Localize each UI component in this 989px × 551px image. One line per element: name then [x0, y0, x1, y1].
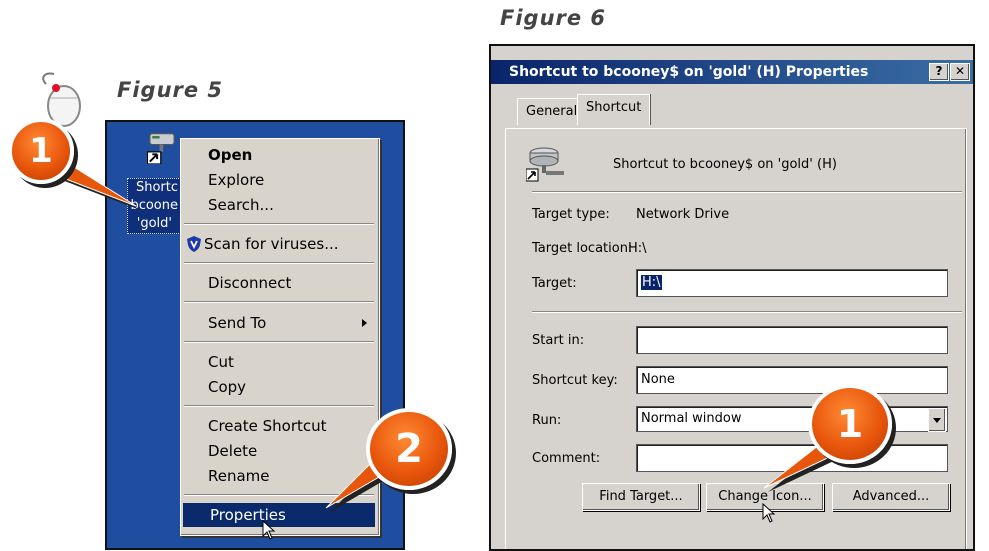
menu-item-scan-for-viruses[interactable]: Scan for viruses... — [181, 232, 377, 256]
callout-1-figure-6: 1 — [808, 384, 892, 464]
target-value: H:\ — [641, 275, 662, 290]
shortcut-key-field[interactable]: None — [636, 366, 948, 394]
target-type-label: Target type: — [532, 207, 610, 222]
start-in-label: Start in: — [532, 333, 585, 348]
menu-separator — [184, 405, 374, 407]
comment-label: Comment: — [532, 451, 601, 466]
run-select[interactable]: Normal window — [636, 406, 948, 432]
tab-shortcut[interactable]: Shortcut — [577, 94, 651, 125]
dialog-title: Shortcut to bcooney$ on 'gold' (H) Prope… — [509, 64, 869, 80]
submenu-arrow-icon — [362, 319, 367, 327]
menu-item-copy[interactable]: Copy — [181, 375, 377, 399]
callout-2-figure-5: 2 — [366, 408, 452, 490]
menu-item-disconnect[interactable]: Disconnect — [181, 271, 377, 295]
divider — [532, 311, 962, 313]
help-button[interactable]: ? — [929, 63, 949, 81]
shortcut-name: Shortcut to bcooney$ on 'gold' (H) — [613, 157, 837, 172]
target-label: Target: — [532, 276, 577, 291]
figure-5-caption: Figure 5 — [117, 78, 224, 102]
target-location-label: Target location: — [532, 241, 633, 256]
menu-separator — [184, 223, 374, 225]
network-drive-icon — [526, 147, 564, 182]
target-location-value: H:\ — [628, 241, 647, 256]
properties-dialog: Shortcut to bcooney$ on 'gold' (H) Prope… — [489, 44, 975, 551]
target-field[interactable]: H:\ — [636, 269, 948, 297]
chevron-down-icon[interactable] — [928, 408, 946, 432]
title-bar: Shortcut to bcooney$ on 'gold' (H) Prope… — [491, 60, 973, 84]
menu-item-explore[interactable]: Explore — [181, 168, 377, 192]
figure-6-caption: Figure 6 — [500, 6, 607, 30]
menu-item-send-to[interactable]: Send To — [181, 311, 377, 335]
callout-1-figure-5: 1 — [8, 118, 74, 184]
menu-item-label: Scan for viruses... — [204, 235, 339, 253]
menu-item-cut[interactable]: Cut — [181, 350, 377, 374]
shortcut-panel: Shortcut to bcooney$ on 'gold' (H) Targe… — [505, 128, 967, 549]
menu-separator — [184, 341, 374, 343]
divider — [532, 191, 962, 193]
close-button[interactable]: ✕ — [950, 63, 970, 81]
mouse-cursor-icon — [262, 520, 276, 540]
run-value: Normal window — [641, 411, 742, 426]
shortcut-key-label: Shortcut key: — [532, 373, 618, 388]
find-target-button[interactable]: Find Target... — [582, 483, 700, 511]
network-drive-icon[interactable] — [147, 130, 177, 164]
menu-item-open[interactable]: Open — [181, 143, 377, 167]
run-label: Run: — [532, 413, 562, 428]
tab-general[interactable]: General — [517, 98, 587, 125]
start-in-field[interactable] — [636, 326, 948, 354]
menu-item-label: Send To — [208, 314, 267, 332]
shield-icon — [187, 236, 201, 252]
menu-item-create-shortcut[interactable]: Create Shortcut — [181, 414, 377, 438]
menu-separator — [184, 301, 374, 303]
menu-item-search[interactable]: Search... — [181, 193, 377, 217]
menu-separator — [184, 262, 374, 264]
mouse-cursor-icon — [762, 503, 776, 523]
target-type-value: Network Drive — [636, 207, 730, 222]
